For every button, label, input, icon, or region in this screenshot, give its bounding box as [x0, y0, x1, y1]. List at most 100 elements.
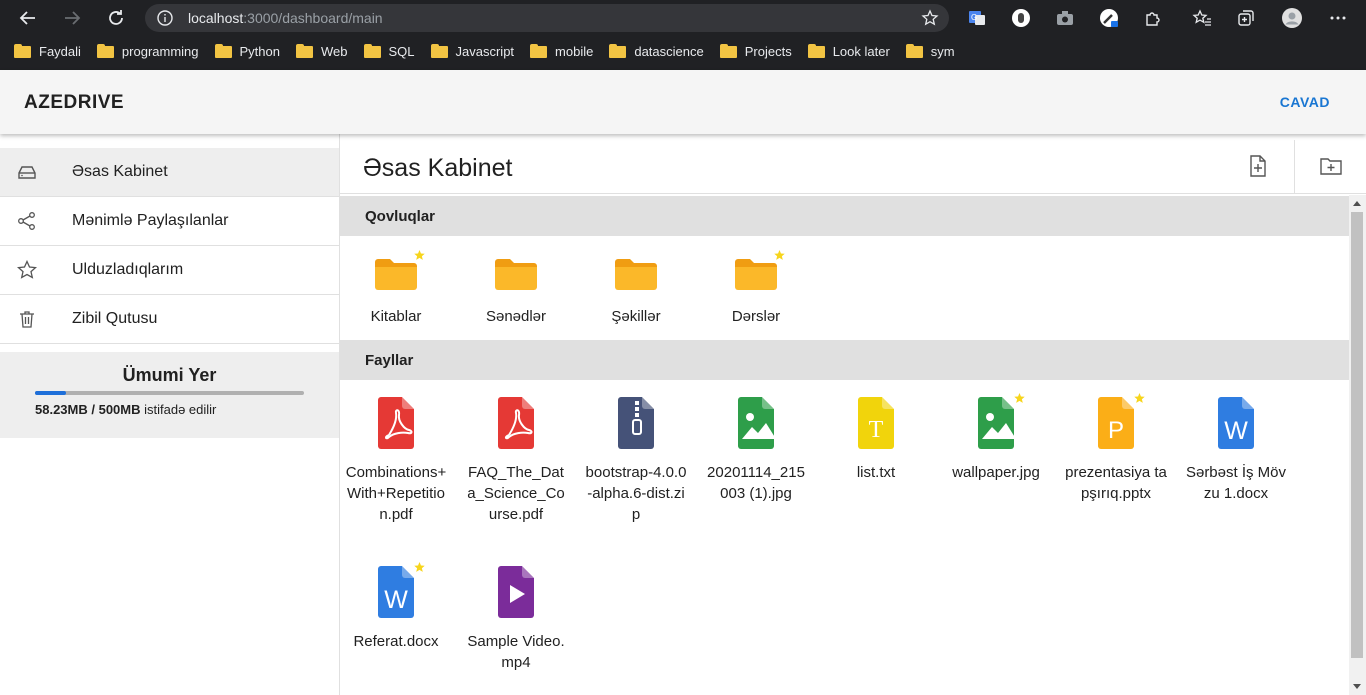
file-item[interactable]: Sample Video.mp4 — [461, 566, 571, 673]
folder-icon — [430, 44, 448, 58]
bookmark-folder[interactable]: mobile — [530, 44, 593, 59]
file-item[interactable]: T list.txt — [821, 397, 931, 483]
pdf-file-icon — [378, 397, 414, 449]
file-name: prezentasiya tapşırıq.pptx — [1065, 464, 1167, 502]
folder-icon — [735, 259, 777, 290]
file-item[interactable]: W Referat.docx — [341, 562, 451, 652]
file-name: Combinations+With+Repetition.pdf — [345, 464, 447, 523]
sidebar-item-shared[interactable]: Mənimlə Paylaşılanlar — [0, 197, 339, 246]
scroll-up-arrow[interactable] — [1353, 201, 1361, 206]
file-item[interactable]: bootstrap-4.0.0-alpha.6-dist.zip — [581, 397, 691, 525]
main-header: Əsas Kabinet — [340, 134, 1366, 194]
bookmark-folder[interactable]: Javascript — [430, 43, 515, 59]
bookmark-folder[interactable]: sym — [905, 44, 955, 59]
image-file-icon — [738, 397, 776, 449]
folder-icon — [609, 44, 627, 58]
user-button[interactable]: CAVAD — [1280, 94, 1330, 110]
bookmark-label: Web — [321, 43, 348, 59]
translate-extension-icon[interactable]: G — [966, 7, 988, 29]
file-item[interactable]: P prezentasiya tapşırıq.pptx — [1061, 393, 1171, 504]
bookmark-folder[interactable]: datascience — [609, 43, 704, 59]
bookmark-label: Python — [239, 43, 280, 59]
file-name: list.txt — [856, 464, 896, 481]
docx-file-icon: W — [378, 566, 414, 618]
bookmark-label: Javascript — [455, 43, 515, 59]
file-item[interactable]: 20201114_215003 (1).jpg — [701, 397, 811, 504]
pptx-file-icon: P — [1098, 397, 1134, 449]
folders-section-header: Qovluqlar — [340, 196, 1349, 236]
files-section-header: Fayllar — [340, 340, 1349, 380]
svg-text:W: W — [384, 586, 408, 614]
url-host: localhost — [188, 10, 244, 26]
file-item[interactable]: wallpaper.jpg — [941, 393, 1051, 483]
starred-icon — [1014, 393, 1025, 403]
file-item[interactable]: W Sərbəst İş Mövzu 1.docx — [1181, 397, 1291, 504]
file-name: Sərbəst İş Mövzu 1.docx — [1185, 464, 1287, 502]
bookmark-folder[interactable]: Python — [214, 43, 280, 59]
folder-name: Şəkillər — [611, 308, 661, 325]
folder-icon — [807, 44, 825, 58]
sidebar-item-starred[interactable]: Ulduzladıqlarım — [0, 246, 339, 295]
folder-icon — [96, 44, 114, 58]
bookmark-folder[interactable]: Web — [296, 44, 348, 59]
bookmark-folder[interactable]: Faydali — [14, 44, 81, 59]
collections-icon[interactable] — [1235, 7, 1257, 29]
folder-item[interactable]: Sənədlər — [461, 254, 571, 327]
back-icon[interactable] — [16, 6, 40, 30]
browser-toolbar: localhost:3000/dashboard/main G — [0, 0, 1366, 36]
folder-icon — [14, 44, 31, 58]
file-name: FAQ_The_Data_Science_Course.pdf — [467, 464, 565, 523]
profile-avatar-icon[interactable] — [1281, 7, 1303, 29]
sidebar-item-main[interactable]: Əsas Kabinet — [0, 148, 339, 197]
svg-text:T: T — [869, 417, 884, 443]
folder-icon — [495, 259, 537, 290]
sidebar-item-trash[interactable]: Zibil Qutusu — [0, 295, 339, 344]
file-name: Referat.docx — [353, 633, 439, 650]
docx-file-icon: W — [1218, 397, 1254, 449]
bookmark-folder[interactable]: programming — [96, 43, 199, 59]
folder-item[interactable]: Kitablar — [341, 250, 451, 327]
pdf-file-icon — [498, 397, 534, 449]
bookmark-folder[interactable]: SQL — [363, 43, 415, 59]
favorites-icon[interactable] — [1191, 7, 1213, 29]
extensions-puzzle-icon[interactable] — [1142, 7, 1164, 29]
more-menu-icon[interactable] — [1327, 7, 1349, 29]
folder-item[interactable]: Dərslər — [701, 250, 811, 327]
scrollbar[interactable] — [1349, 195, 1366, 695]
folder-item[interactable]: Şəkillər — [581, 254, 691, 327]
address-bar[interactable]: localhost:3000/dashboard/main — [145, 4, 949, 32]
text-file-icon: T — [858, 397, 894, 449]
info-icon[interactable] — [157, 10, 173, 26]
folder-name: Kitablar — [370, 308, 422, 325]
sidebar-item-label: Mənimlə Paylaşılanlar — [72, 212, 229, 229]
camera-extension-icon[interactable] — [1054, 7, 1076, 29]
scroll-down-arrow[interactable] — [1353, 684, 1361, 689]
zip-file-icon — [618, 397, 654, 449]
file-item[interactable]: FAQ_The_Data_Science_Course.pdf — [461, 397, 571, 525]
sidebar-item-label: Zibil Qutusu — [72, 310, 158, 327]
forward-icon[interactable] — [60, 6, 84, 30]
share-icon — [18, 212, 35, 230]
bookmark-label: datascience — [634, 43, 704, 59]
bookmark-folder[interactable]: Projects — [719, 44, 792, 59]
file-item[interactable]: Combinations+With+Repetition.pdf — [341, 397, 451, 525]
reload-icon[interactable] — [104, 6, 128, 30]
brand-logo[interactable]: AZEDRIVE — [24, 92, 124, 114]
bookmark-label: SQL — [388, 43, 415, 59]
sidebar-item-label: Ulduzladıqlarım — [72, 261, 184, 278]
svg-text:W: W — [1224, 417, 1248, 445]
bookmark-label: mobile — [555, 43, 594, 59]
add-favorite-icon[interactable] — [921, 9, 939, 27]
bookmark-folder[interactable]: Look later — [807, 43, 890, 59]
starred-icon — [1134, 393, 1145, 403]
bookmark-label: Look later — [832, 43, 890, 59]
upload-file-icon[interactable] — [1246, 154, 1270, 178]
bookmark-label: programming — [121, 43, 199, 59]
extension-circle-icon[interactable] — [1010, 7, 1032, 29]
storage-used-suffix: istifadə edilir — [144, 402, 217, 417]
create-folder-icon[interactable] — [1319, 154, 1343, 178]
scrollbar-thumb[interactable] — [1351, 212, 1363, 658]
color-picker-extension-icon[interactable] — [1098, 7, 1120, 29]
trash-icon — [20, 311, 34, 328]
files-heading: Fayllar — [365, 352, 414, 369]
